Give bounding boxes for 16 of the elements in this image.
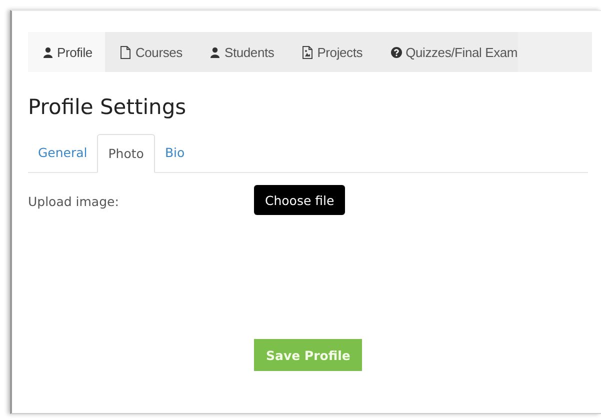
nav-tab[interactable]: Students (195, 32, 288, 72)
page-title: Profile Settings (28, 94, 188, 121)
user-icon (210, 46, 220, 58)
choose-file-button[interactable]: Choose file (254, 185, 346, 215)
nav-tab[interactable]: Courses (105, 32, 196, 72)
nav-tab[interactable]: Projects (287, 32, 376, 72)
settings-tab[interactable]: General (28, 134, 98, 172)
settings-tab[interactable]: Bio (154, 134, 195, 172)
nav-tab[interactable]: Profile (28, 32, 106, 72)
user-icon (43, 46, 53, 58)
help-icon (390, 46, 402, 58)
upload-label: Upload image: (28, 194, 120, 209)
nav-tab[interactable]: Quizzes/Final Exam (376, 32, 518, 72)
file-icon (120, 46, 132, 58)
file-icon (302, 46, 314, 58)
settings-tab[interactable]: Photo (97, 134, 155, 173)
